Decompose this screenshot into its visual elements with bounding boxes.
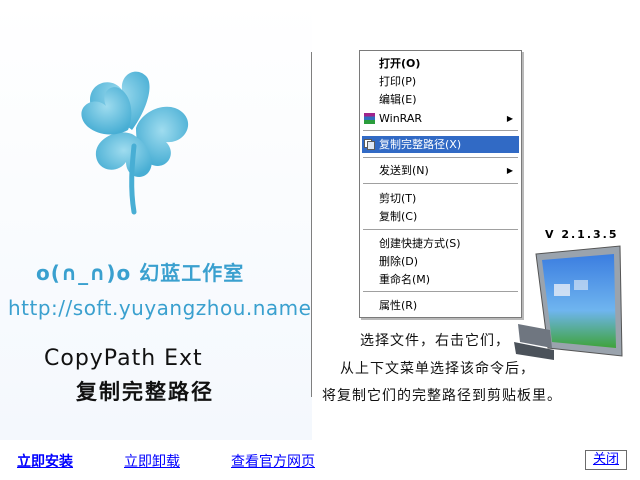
product-name: CopyPath Ext — [44, 346, 203, 371]
lcd-monitor-icon — [514, 245, 623, 360]
description-line-3: 将复制它们的完整路径到剪贴板里。 — [322, 388, 562, 404]
bottom-bar — [0, 440, 640, 480]
menu-item-copy-full-path: 复制完整路径(X) — [362, 136, 519, 153]
menu-item-send-to: 发送到(N) ▶ — [379, 164, 513, 177]
description-line-1: 选择文件，右击它们， — [360, 333, 510, 349]
menu-item-create-shortcut: 创建快捷方式(S) — [379, 237, 461, 250]
installer-window: o(∩_∩)o 幻蓝工作室 http://soft.yuyangzhou.nam… — [0, 0, 640, 480]
submenu-arrow-icon: ▶ — [506, 166, 513, 175]
context-menu-preview: 打开(O) 打印(P) 编辑(E) WinRAR ▶ 复制完整路径(X) 发送到… — [359, 50, 522, 318]
menu-item-winrar: WinRAR ▶ — [362, 110, 519, 127]
description-line-2: 从上下文菜单选择该命令后， — [340, 361, 535, 377]
menu-separator — [363, 229, 518, 230]
menu-separator — [363, 183, 518, 184]
website-url: http://soft.yuyangzhou.name — [8, 296, 312, 320]
product-name-cn: 复制完整路径 — [76, 380, 214, 404]
vertical-divider — [311, 52, 312, 397]
menu-item-copy: 复制(C) — [379, 210, 418, 223]
winrar-icon — [364, 113, 375, 124]
close-button[interactable]: 关闭 — [585, 450, 627, 470]
copypath-icon — [364, 139, 375, 150]
menu-separator — [363, 291, 518, 292]
uninstall-now-link[interactable]: 立即卸载 — [124, 451, 180, 471]
menu-item-cut: 剪切(T) — [379, 192, 417, 205]
menu-item-edit: 编辑(E) — [379, 93, 417, 106]
menu-separator — [363, 157, 518, 158]
menu-item-rename: 重命名(M) — [379, 273, 431, 286]
four-leaf-clover-icon — [81, 71, 189, 215]
menu-item-delete: 删除(D) — [379, 255, 419, 268]
menu-separator — [363, 130, 518, 131]
studio-name: o(∩_∩)o 幻蓝工作室 — [36, 261, 245, 285]
official-website-link[interactable]: 查看官方网页 — [231, 451, 315, 471]
menu-item-open: 打开(O) — [379, 57, 421, 70]
splash-panel: o(∩_∩)o 幻蓝工作室 http://soft.yuyangzhou.nam… — [0, 0, 312, 440]
submenu-arrow-icon: ▶ — [506, 114, 513, 123]
menu-item-print: 打印(P) — [379, 75, 417, 88]
menu-item-properties: 属性(R) — [379, 299, 418, 312]
version-label: V 2.1.3.5 — [545, 228, 619, 241]
install-now-link[interactable]: 立即安装 — [17, 451, 73, 471]
